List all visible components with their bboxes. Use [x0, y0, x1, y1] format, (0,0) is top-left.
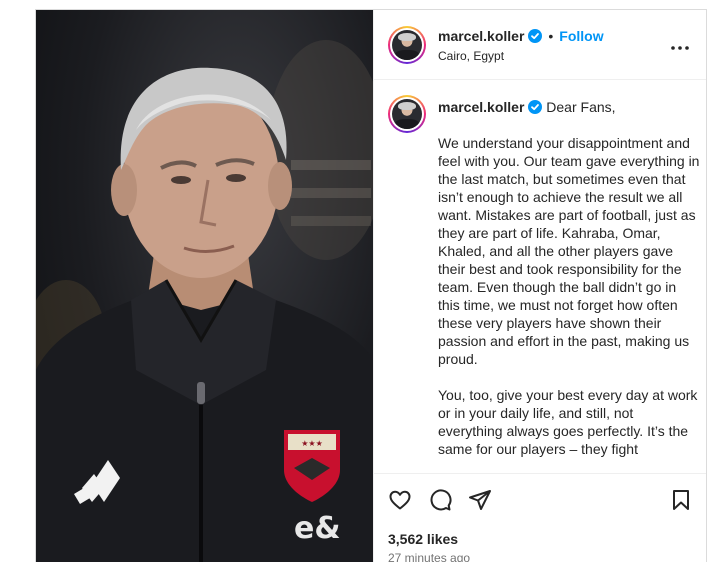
caption-paragraph: You, too, give your best every day at wo…: [438, 387, 698, 457]
comment-icon[interactable]: [428, 488, 452, 517]
post-location[interactable]: Cairo, Egypt: [438, 49, 504, 63]
verified-badge-icon: [528, 29, 543, 48]
caption-greeting: Dear Fans,: [546, 99, 616, 115]
coach-portrait-image: ★★★ e&: [36, 40, 373, 562]
bookmark-icon[interactable]: [669, 488, 693, 517]
caption-header: marcel.koller Dear Fans,: [438, 99, 616, 117]
caption-author-username[interactable]: marcel.koller: [438, 99, 524, 115]
more-options-icon[interactable]: [671, 37, 689, 55]
instagram-post: ★★★ e& marcel.koller • Follow Cairo, Egypt: [35, 9, 707, 562]
caption-area[interactable]: marcel.koller Dear Fans, We understand y…: [374, 81, 706, 473]
author-avatar[interactable]: [388, 26, 426, 64]
post-sidebar: marcel.koller • Follow Cairo, Egypt marcel…: [373, 10, 706, 562]
post-photo[interactable]: ★★★ e&: [36, 10, 373, 562]
header-user-line: marcel.koller • Follow: [438, 28, 604, 48]
share-icon[interactable]: [468, 488, 492, 517]
svg-text:e&: e&: [294, 511, 341, 546]
separator-dot: •: [548, 28, 554, 44]
svg-text:★★★: ★★★: [301, 439, 323, 448]
post-timestamp[interactable]: 27 minutes ago: [388, 551, 470, 562]
verified-badge-icon: [528, 100, 543, 117]
likes-count[interactable]: 3,562 likes: [388, 531, 458, 547]
author-username[interactable]: marcel.koller: [438, 28, 524, 44]
caption-author-avatar[interactable]: [388, 95, 426, 133]
post-actions: 3,562 likes 27 minutes ago: [374, 473, 706, 562]
post-header: marcel.koller • Follow Cairo, Egypt: [374, 10, 706, 80]
caption-text: We understand your disappointment and fe…: [438, 134, 700, 473]
heart-icon[interactable]: [388, 488, 412, 517]
caption-paragraph: We understand your disappointment and fe…: [438, 135, 700, 367]
follow-button[interactable]: Follow: [559, 28, 603, 44]
